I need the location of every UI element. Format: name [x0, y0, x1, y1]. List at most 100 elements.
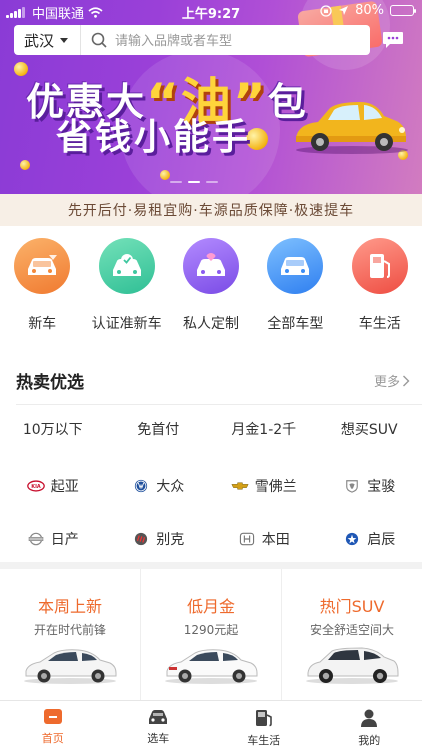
carousel-indicator	[170, 181, 218, 183]
carousel-dot	[170, 181, 182, 183]
brand-label: 大众	[156, 479, 185, 495]
battery-percent: 80%	[355, 3, 384, 18]
fuel-pump-icon	[351, 238, 408, 294]
brand-kia[interactable]: KIA 起亚	[0, 475, 106, 497]
banner-subline: 省钱小能手	[56, 117, 252, 158]
tab-label: 首页	[41, 732, 64, 745]
brand-label: 本田	[261, 532, 290, 548]
tab-home[interactable]: 首页	[0, 701, 106, 750]
search-field[interactable]	[81, 32, 370, 48]
car-icon	[149, 710, 168, 724]
promo-low-monthly[interactable]: 低月金 1290元起	[141, 569, 282, 700]
category-label: 私人定制	[182, 316, 239, 332]
brand-chevrolet[interactable]: 雪佛兰	[211, 475, 317, 497]
chevrolet-logo-icon	[231, 482, 249, 490]
caret-down-icon	[60, 37, 69, 43]
city-name: 武汉	[24, 31, 55, 50]
more-label: 更多	[373, 375, 400, 390]
category-all-models[interactable]: 全部车型	[253, 238, 337, 338]
brand-label: 启辰	[367, 532, 396, 548]
brand-row: 日产 别克 本田 启辰	[0, 528, 422, 550]
home-icon	[43, 709, 62, 724]
coin-decoration	[20, 160, 30, 170]
kia-logo-icon: KIA	[26, 480, 45, 492]
orientation-lock-icon	[320, 4, 332, 17]
brand-label: 雪佛兰	[254, 479, 297, 495]
section-title: 热卖优选	[16, 373, 84, 393]
divider	[16, 404, 422, 405]
filter-under-100k[interactable]: 10万以下	[0, 418, 106, 440]
filter-monthly-1-2k[interactable]: 月金1-2千	[211, 418, 317, 440]
baojun-logo-icon	[346, 480, 359, 493]
category-label: 认证准新车	[91, 316, 162, 332]
brand-baojun[interactable]: 宝骏	[317, 475, 422, 497]
category-certified-car[interactable]: 认证准新车	[84, 238, 168, 338]
promo-title: 本周上新	[37, 597, 102, 616]
car-image	[24, 649, 117, 684]
coin-decoration	[160, 170, 170, 180]
promo-subtitle: 安全舒适空间大	[309, 623, 394, 637]
chevron-right-icon	[403, 375, 410, 386]
promo-subtitle: 开在时代前锋	[33, 623, 106, 637]
tab-label: 车生活	[247, 734, 281, 747]
chat-bubble-icon[interactable]	[382, 31, 404, 49]
search-bar: 武汉	[14, 25, 370, 55]
brand-label: 日产	[50, 532, 79, 548]
tab-label: 我的	[358, 734, 381, 747]
filter-no-downpayment[interactable]: 免首付	[106, 418, 212, 440]
user-icon	[361, 709, 378, 727]
promo-cards: 本周上新 开在时代前锋 低月金 1290元起 热门SUV 安全舒适空间大	[0, 569, 422, 700]
filter-suv[interactable]: 想买SUV	[317, 418, 422, 440]
custom-car-icon	[182, 238, 239, 294]
brand-nissan[interactable]: 日产	[0, 528, 106, 550]
status-bar: 中国联通 上午9:27 80%	[0, 0, 422, 22]
search-icon	[91, 32, 107, 48]
battery-icon	[390, 5, 416, 16]
search-input[interactable]	[115, 32, 356, 48]
category-label: 新车	[28, 316, 57, 332]
carousel-dot-active	[188, 181, 200, 183]
brand-row: KIA 起亚 大众 雪佛兰 宝骏	[0, 475, 422, 497]
promo-title: 低月金	[186, 597, 235, 616]
category-car-life[interactable]: 车生活	[338, 238, 422, 338]
category-label: 全部车型	[267, 316, 324, 332]
slogan-strip: 先开后付·易租宜购·车源品质保障·极速提车	[0, 194, 422, 226]
status-right: 80%	[320, 3, 416, 18]
city-selector[interactable]: 武汉	[14, 25, 82, 55]
tab-label: 选车	[147, 732, 170, 745]
category-label: 车生活	[358, 316, 401, 332]
fuel-pump-icon	[255, 710, 272, 727]
tab-car-life[interactable]: 车生活	[211, 701, 317, 750]
brand-volkswagen[interactable]: 大众	[106, 475, 212, 497]
brand-label: 别克	[156, 532, 185, 548]
suv-image	[306, 647, 399, 684]
nissan-logo-icon	[28, 532, 44, 546]
category-grid: 新车 认证准新车 私人定制 全部车型 车生活	[0, 238, 422, 338]
brand-honda[interactable]: 本田	[211, 528, 317, 550]
category-new-car[interactable]: 新车	[0, 238, 84, 338]
filter-row: 10万以下 免首付 月金1-2千 想买SUV	[0, 418, 422, 440]
brand-venucia[interactable]: 启辰	[317, 528, 422, 550]
category-custom[interactable]: 私人定制	[169, 238, 253, 338]
promo-title: 热门SUV	[319, 597, 385, 616]
svg-text:KIA: KIA	[31, 484, 41, 490]
brand-buick[interactable]: 别克	[106, 528, 212, 550]
location-arrow-icon	[339, 6, 349, 15]
tab-choose-car[interactable]: 选车	[106, 701, 212, 750]
section-divider	[0, 562, 422, 569]
buick-logo-icon	[135, 532, 148, 546]
promo-subtitle: 1290元起	[183, 623, 239, 637]
honda-logo-icon	[239, 532, 254, 546]
promo-hot-suv[interactable]: 热门SUV 安全舒适空间大	[282, 569, 422, 700]
all-models-icon	[267, 238, 324, 294]
more-link[interactable]: 更多	[374, 371, 410, 390]
hot-sales-header: 热卖优选 更多	[0, 362, 422, 398]
promo-new-this-week[interactable]: 本周上新 开在时代前锋	[0, 569, 141, 700]
brand-label: 宝骏	[367, 479, 396, 495]
carousel-dot	[206, 181, 218, 183]
certified-car-icon	[98, 238, 155, 294]
tab-mine[interactable]: 我的	[317, 701, 422, 750]
venucia-logo-icon	[346, 532, 359, 546]
bottom-tab-bar: 首页 选车 车生活 我的	[0, 700, 422, 750]
car-image	[165, 649, 258, 684]
